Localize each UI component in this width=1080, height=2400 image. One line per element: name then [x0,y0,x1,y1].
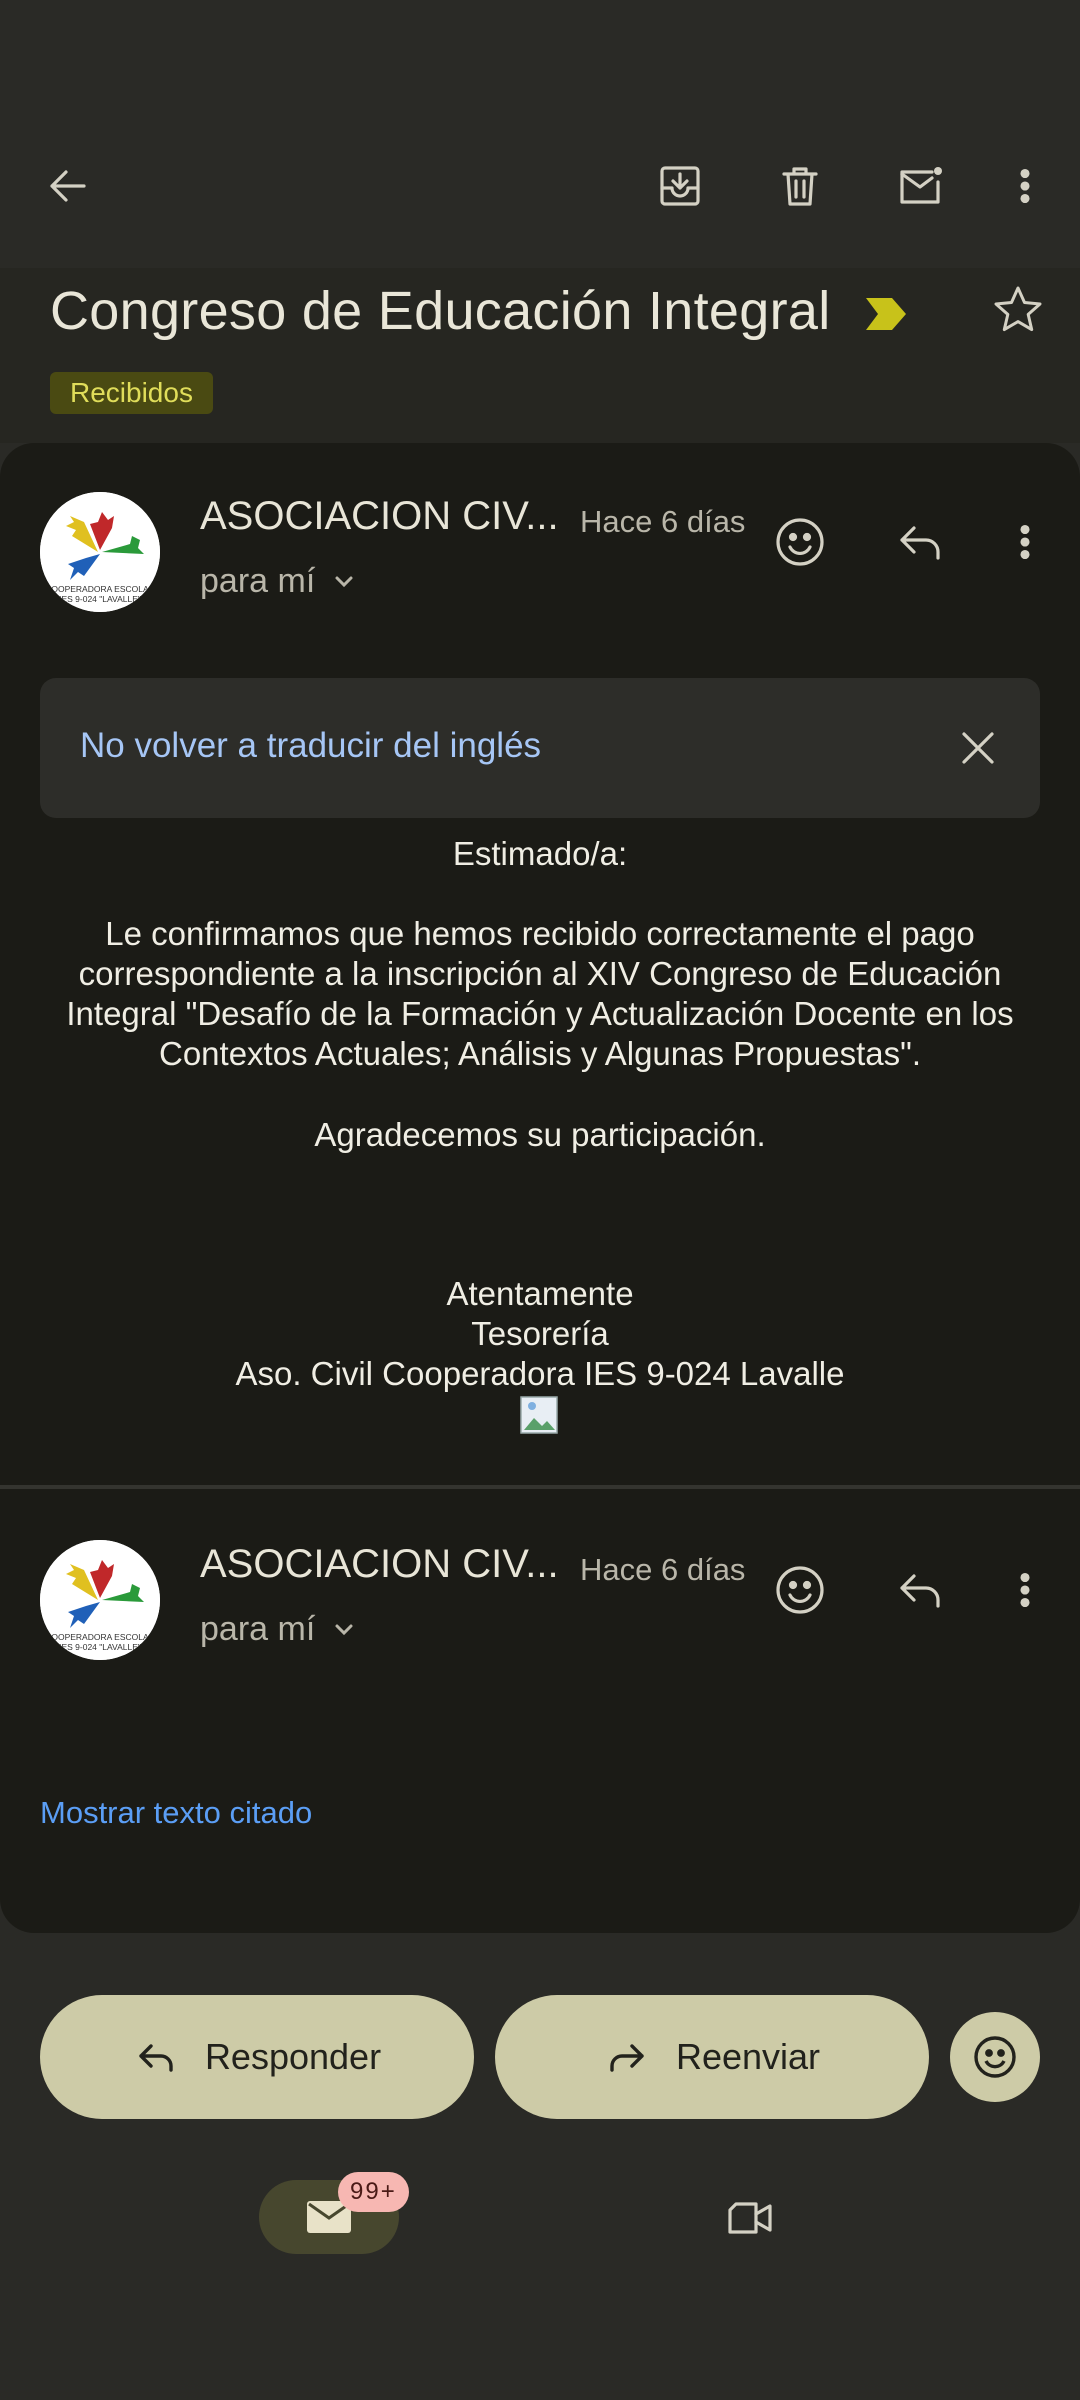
more-vert-icon [1020,524,1030,560]
hands-logo: COOPERADORA ESCOLAR IES 9-024 "LAVALLE" [40,1540,160,1660]
svg-text:IES 9-024 "LAVALLE": IES 9-024 "LAVALLE" [59,594,141,604]
body-line: Contextos Actuales; Análisis y Algunas P… [159,1035,921,1072]
broken-image-icon [520,1396,558,1434]
reply-icon [900,526,940,560]
translate-banner: No volver a traducir del inglés [40,678,1040,818]
message-divider [0,1485,1080,1489]
message-time: Hace 6 días [580,1552,746,1587]
body-line: Le confirmamos que hemos recibido correc… [105,915,975,952]
signature: Atentamente Tesorería Aso. Civil Coopera… [40,1274,1040,1394]
archive-button[interactable] [650,156,710,216]
close-icon [962,732,994,764]
translate-toggle-link[interactable]: No volver a traducir del inglés [80,726,541,766]
emoji-reaction-button[interactable] [770,512,830,572]
svg-text:COOPERADORA ESCOLAR: COOPERADORA ESCOLAR [45,584,155,594]
body-line: Integral "Desafío de la Formación y Actu… [66,995,1014,1032]
reply-icon [900,1574,940,1608]
body-line: correspondiente a la inscripción al XIV … [78,955,1002,992]
avatar[interactable]: COOPERADORA ESCOLAR IES 9-024 "LAVALLE" [40,492,160,612]
trash-icon [782,167,818,206]
star-icon [994,286,1042,332]
signature-dept: Tesorería [471,1315,609,1352]
more-vert-icon [1020,168,1030,204]
recipient-label: para mí [200,562,316,600]
reply-pill-button[interactable]: Responder [40,1995,474,2119]
recipient-toggle[interactable]: para mí [200,1610,359,1649]
message-more-button[interactable] [1000,1560,1050,1620]
reply-button[interactable] [890,1560,950,1620]
hands-logo: COOPERADORA ESCOLAR IES 9-024 "LAVALLE" [40,492,160,612]
body-paragraph: Le confirmamos que hemos recibido correc… [40,914,1040,1074]
reply-icon [139,2044,173,2072]
arrow-left-icon [50,170,86,202]
chevron-down-icon [335,1624,353,1635]
forward-pill-label: Reenviar [675,2036,821,2077]
signature-closing: Atentamente [446,1275,634,1312]
reply-button[interactable] [890,512,950,572]
forward-pill-button[interactable]: Reenviar [495,1995,929,2119]
more-options-button[interactable] [1000,156,1050,216]
thanks-line: Agradecemos su participación. [314,1116,766,1153]
svg-text:COOPERADORA ESCOLAR: COOPERADORA ESCOLAR [45,1632,155,1642]
forward-icon [610,2044,644,2072]
signature-org: Aso. Civil Cooperadora IES 9-024 Lavalle [235,1355,845,1392]
email-subject: Congreso de Educación Integral [50,281,831,341]
svg-text:IES 9-024 "LAVALLE": IES 9-024 "LAVALLE" [59,1642,141,1652]
recipient-label: para mí [200,1610,316,1648]
emoji-reaction-button[interactable] [770,1560,830,1620]
delete-button[interactable] [770,156,830,216]
sender-name[interactable]: ASOCIACION CIV... [200,494,559,539]
smiley-icon [776,1566,824,1614]
top-app-bar [0,0,1080,268]
chevron-down-icon [335,576,353,587]
archive-icon [660,166,700,206]
smiley-icon [974,2036,1016,2078]
label-chip-inbox[interactable]: Recibidos [50,372,213,414]
avatar[interactable]: COOPERADORA ESCOLAR IES 9-024 "LAVALLE" [40,1540,160,1660]
mail-unread-icon [900,167,942,204]
reply-pill-label: Responder [204,2036,382,2077]
back-button[interactable] [38,156,98,216]
importance-marker-icon[interactable] [864,296,908,332]
nav-tab-meet[interactable] [718,2188,782,2248]
conversation-card [0,443,1080,1933]
mark-unread-button[interactable] [890,156,950,216]
more-vert-icon [1020,1572,1030,1608]
message-more-button[interactable] [1000,512,1050,572]
show-quoted-text-link[interactable]: Mostrar texto citado [40,1795,312,1831]
video-camera-icon [728,2202,772,2234]
bottom-navigation [0,2158,1080,2400]
recipient-toggle[interactable]: para mí [200,562,359,601]
unread-count-badge: 99+ [338,2172,409,2212]
message-time: Hace 6 días [580,504,746,539]
greeting: Estimado/a: [452,835,628,872]
sender-name[interactable]: ASOCIACION CIV... [200,1542,559,1587]
emoji-react-pill-button[interactable] [950,2012,1040,2102]
star-button[interactable] [990,282,1050,342]
smiley-icon [776,518,824,566]
close-banner-button[interactable] [950,720,1006,776]
